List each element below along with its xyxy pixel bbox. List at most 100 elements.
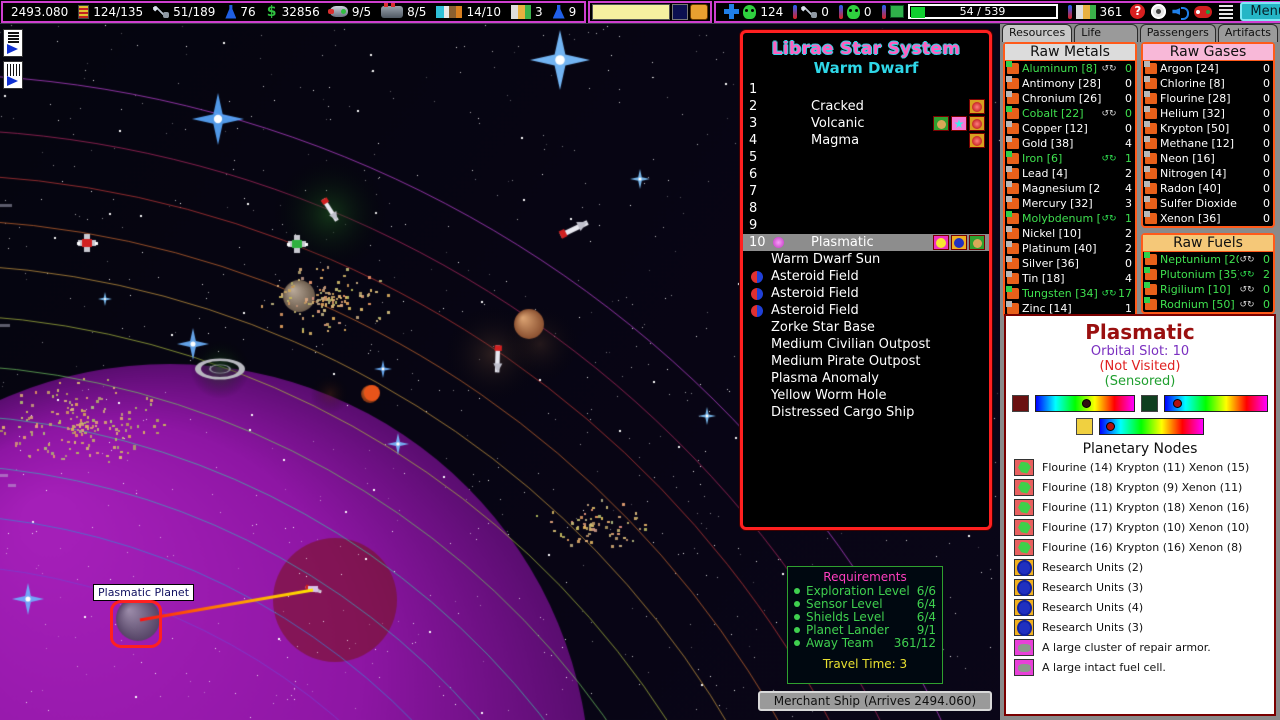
planetary-node-row[interactable]: Flourine (11) Krypton (18) Xenon (16) <box>1006 497 1274 517</box>
planet-red-icon[interactable] <box>969 116 985 131</box>
resource-row[interactable]: Sulfer Dioxide [20]0 <box>1143 196 1273 211</box>
resource-row[interactable]: Molybdenum [16]↺↻1 <box>1005 211 1135 226</box>
tab-passengers[interactable]: Passengers <box>1140 24 1216 42</box>
planetary-node-row[interactable]: A large cluster of repair armor. <box>1006 637 1274 657</box>
system-object-row[interactable]: Distressed Cargo Ship <box>743 404 989 421</box>
system-object-row[interactable]: Asteroid Field <box>743 268 989 285</box>
planetary-node-row[interactable]: Research Units (2) <box>1006 557 1274 577</box>
orbital-slot-row[interactable]: 1 <box>743 81 989 98</box>
resource-row[interactable]: Magnesium [20]4 <box>1005 181 1135 196</box>
gear-icon[interactable] <box>1151 4 1166 19</box>
resource-row[interactable]: Iron [6]↺↻1 <box>1005 151 1135 166</box>
fuel-stat[interactable]: 76 <box>220 3 260 21</box>
tab-resources[interactable]: Resources <box>1002 24 1072 42</box>
credits-stat[interactable]: $ 32856 <box>261 3 325 21</box>
system-object-row[interactable]: Asteroid Field <box>743 285 989 302</box>
resource-row[interactable]: Gold [38]4 <box>1005 136 1135 151</box>
planetary-node-row[interactable]: A large intact fuel cell. <box>1006 657 1274 677</box>
resource-row[interactable]: Krypton [50]0 <box>1143 121 1273 136</box>
science-stat[interactable]: 9 <box>548 3 582 21</box>
research-icon[interactable] <box>951 235 967 250</box>
resource-row[interactable]: Plutonium [35]↺↻2 <box>1143 267 1273 282</box>
merchant-status-bar[interactable]: Merchant Ship (Arrives 2494.060) <box>758 691 992 711</box>
system-object-row[interactable]: Plasma Anomaly <box>743 370 989 387</box>
system-object-row[interactable]: Yellow Worm Hole <box>743 387 989 404</box>
alien-repair-stat[interactable]: 0 <box>788 3 834 21</box>
resource-row[interactable]: Xenon [36]0 <box>1143 211 1273 226</box>
resource-row[interactable]: Tin [18]4 <box>1005 271 1135 286</box>
resource-row[interactable]: Mercury [32]3 <box>1005 196 1135 211</box>
map-filter-button[interactable] <box>3 29 23 57</box>
orbital-slot-row[interactable]: 9 <box>743 217 989 234</box>
system-object-row[interactable]: Medium Civilian Outpost <box>743 336 989 353</box>
planet-red-icon[interactable] <box>969 99 985 114</box>
planetary-node-row[interactable]: Flourine (17) Krypton (10) Xenon (10) <box>1006 517 1274 537</box>
planetary-node-row[interactable]: Research Units (4) <box>1006 597 1274 617</box>
cargo-stat[interactable]: 54 / 539 <box>877 3 1063 21</box>
artifact-icon[interactable] <box>951 116 967 131</box>
hand-icon[interactable] <box>690 4 708 20</box>
resource-row[interactable]: Antimony [28]0 <box>1005 76 1135 91</box>
orbital-slot-row[interactable]: 10Plasmatic <box>743 234 989 251</box>
system-object-row[interactable]: Zorke Star Base <box>743 319 989 336</box>
list-icon[interactable] <box>1219 5 1233 19</box>
resource-row[interactable]: Methane [12]0 <box>1143 136 1273 151</box>
colonist-stat[interactable]: 361 <box>1063 3 1128 21</box>
tab-artifacts[interactable]: Artifacts <box>1218 24 1278 42</box>
troops-stat[interactable]: 14/10 <box>431 3 506 21</box>
tab-life-forms[interactable]: Life Forms <box>1074 24 1138 42</box>
sound-icon[interactable] <box>1172 5 1188 18</box>
alien-crew-stat[interactable]: 0 <box>834 3 877 21</box>
system-object-row[interactable]: Warm Dwarf Sun <box>743 251 989 268</box>
resource-row[interactable]: Argon [24]0 <box>1143 61 1273 76</box>
system-object-row[interactable]: Medium Pirate Outpost <box>743 353 989 370</box>
resource-row[interactable]: Chronium [26]0 <box>1005 91 1135 106</box>
gamepad-icon[interactable] <box>1194 6 1212 18</box>
resource-row[interactable]: Copper [12]0 <box>1005 121 1135 136</box>
resource-row[interactable]: Silver [36]0 <box>1005 256 1135 271</box>
crew-stat[interactable]: 124/135 <box>73 3 148 21</box>
resource-row[interactable]: Helium [32]0 <box>1143 106 1273 121</box>
help-icon[interactable]: ? <box>1130 4 1145 19</box>
tanks-stat[interactable]: 8/5 <box>376 3 431 21</box>
menu-button[interactable]: Menu <box>1240 2 1280 21</box>
fighters-stat[interactable]: 9/5 <box>325 3 376 21</box>
map-grid-button[interactable] <box>3 61 23 89</box>
resource-row[interactable]: Chlorine [8]0 <box>1143 76 1273 91</box>
resource-row[interactable]: Cobalt [22]↺↻0 <box>1005 106 1135 121</box>
officers-stat[interactable]: 3 <box>506 3 548 21</box>
orbital-slot-row[interactable]: 2Cracked <box>743 98 989 115</box>
orbital-slot-row[interactable]: 4Magma <box>743 132 989 149</box>
planetary-node-row[interactable]: Research Units (3) <box>1006 577 1274 597</box>
planetary-node-row[interactable]: Research Units (3) <box>1006 617 1274 637</box>
resource-row[interactable]: Rigilium [10]↺↻0 <box>1143 282 1273 297</box>
resource-row[interactable]: Aluminum [8]↺↻0 <box>1005 61 1135 76</box>
medic-stat[interactable]: 124 <box>719 3 788 21</box>
orbital-slot-row[interactable]: 6 <box>743 166 989 183</box>
planetary-node-row[interactable]: Flourine (14) Krypton (11) Xenon (15) <box>1006 457 1274 477</box>
planetary-node-row[interactable]: Flourine (16) Krypton (16) Xenon (8) <box>1006 537 1274 557</box>
resource-row[interactable]: Platinum [40]2 <box>1005 241 1135 256</box>
resource-row[interactable]: Rodnium [50]↺↻0 <box>1143 297 1273 312</box>
planet-red-icon[interactable] <box>969 133 985 148</box>
orbital-slot-row[interactable]: 8 <box>743 200 989 217</box>
gas-node-icon[interactable] <box>933 235 949 250</box>
orbital-slot-row[interactable]: 5 <box>743 149 989 166</box>
orbital-slot-row[interactable]: 3Volcanic <box>743 115 989 132</box>
resource-row[interactable]: Neon [16]0 <box>1143 151 1273 166</box>
lifeform-icon[interactable] <box>969 235 985 250</box>
orbital-slot-row[interactable]: 7 <box>743 183 989 200</box>
lifeform-icon[interactable] <box>933 116 949 131</box>
resource-row[interactable]: Neptunium [20]↺↻0 <box>1143 252 1273 267</box>
resource-row[interactable]: Nickel [10]2 <box>1005 226 1135 241</box>
system-object-row[interactable]: Asteroid Field <box>743 302 989 319</box>
planet-swatch-icon[interactable] <box>672 4 688 20</box>
repair-stat[interactable]: 51/189 <box>148 3 220 21</box>
resource-row[interactable]: Nitrogen [4]0 <box>1143 166 1273 181</box>
resource-row[interactable]: Lead [4]2 <box>1005 166 1135 181</box>
resource-row[interactable]: Flourine [28]0 <box>1143 91 1273 106</box>
planetary-node-row[interactable]: Flourine (18) Krypton (9) Xenon (11) <box>1006 477 1274 497</box>
resource-row[interactable]: Radon [40]0 <box>1143 181 1273 196</box>
selected-planet-ring[interactable] <box>110 600 162 648</box>
resource-row[interactable]: Tungsten [34]↺↻17 <box>1005 286 1135 301</box>
